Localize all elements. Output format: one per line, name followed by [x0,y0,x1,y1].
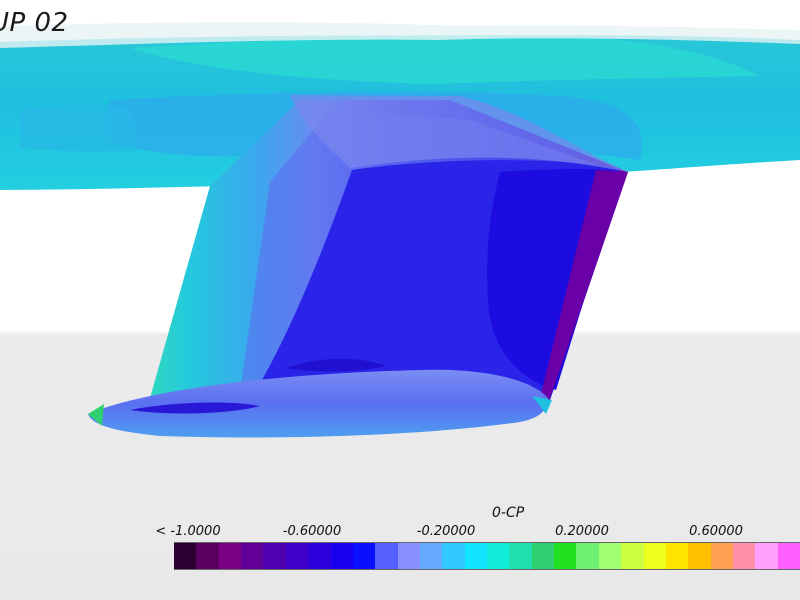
colorbar-swatch [285,543,309,569]
colorbar-title: 0-CP [492,505,525,521]
status-strip [0,572,800,600]
colorbar-swatch [464,543,488,569]
colorbar-swatch [263,543,286,569]
colorbar-swatch [665,543,689,569]
cfd-viewport[interactable]: UP 02 [0,0,800,600]
colorbar-swatch [308,543,331,569]
colorbar-swatch [487,543,510,569]
colorbar-swatch [218,543,242,569]
colorbar-swatch [643,543,666,569]
colorbar-swatch [397,543,420,569]
colorbar-swatch [755,543,778,569]
bulb-nose [88,404,104,426]
colorbar-tick-label: -0.60000 [282,524,342,539]
colorbar-swatch [732,543,756,569]
colorbar-swatch [777,543,800,569]
colorbar-gradient [174,542,800,570]
colorbar-swatch [241,543,264,569]
colorbar-tick-label: 0.60000 [689,524,743,539]
colorbar-swatch [688,543,711,569]
colorbar-swatch [554,543,577,569]
colorbar-swatch [531,543,555,569]
colorbar-swatch [598,543,622,569]
colorbar-swatch [352,543,376,569]
colorbar-swatch [576,543,599,569]
colorbar-swatch [174,543,197,569]
colorbar-swatch [621,543,644,569]
colorbar-swatch [375,543,398,569]
colorbar-swatch [419,543,443,569]
colorbar-swatch [330,543,353,569]
wing-contour-light [20,105,140,152]
pressure-surface-plot [0,0,800,438]
colorbar-tick-label: 0.20000 [555,524,609,539]
colorbar-tick-label: -0.20000 [416,524,476,539]
colorbar-swatch [509,543,532,569]
scene-title: UP 02 [0,8,69,38]
colorbar-tick-label: < -1.0000 [155,524,221,539]
colorbar-swatch [710,543,733,569]
colorbar-swatch [442,543,465,569]
colorbar-swatch [196,543,219,569]
